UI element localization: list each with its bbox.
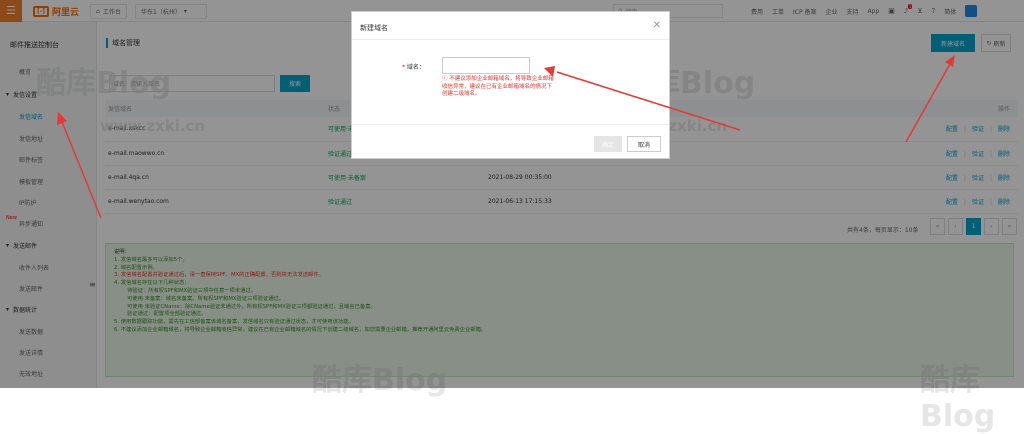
annotation-arrow-input <box>556 71 741 131</box>
arrowhead <box>544 66 555 77</box>
annotation-arrow-sidebar <box>61 121 102 219</box>
annotation-arrow-new-button <box>905 63 951 143</box>
annotation-arrows <box>57 55 955 219</box>
